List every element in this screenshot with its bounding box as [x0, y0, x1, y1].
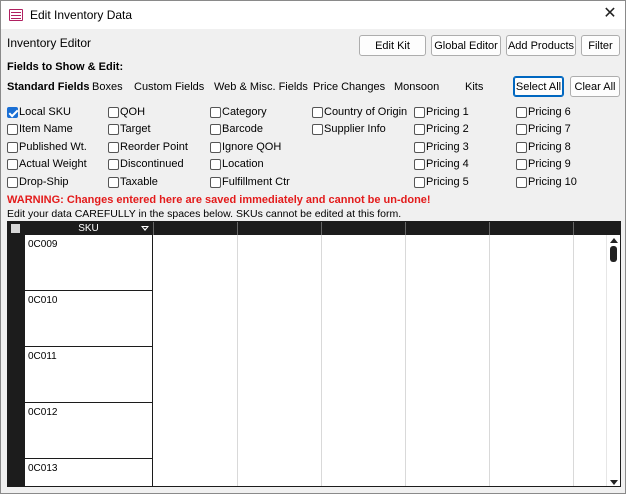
form-icon — [9, 9, 23, 21]
select-all-button[interactable]: Select All — [513, 76, 564, 97]
instructions-text: Edit your data CAREFULLY in the spaces b… — [7, 208, 402, 220]
checkbox-fulfillment-ctr[interactable]: Fulfillment Ctr — [210, 175, 290, 189]
tab-monsoon[interactable]: Monsoon — [394, 81, 439, 93]
window-title: Edit Inventory Data — [30, 8, 133, 22]
table-row[interactable]: 0C010 — [24, 291, 153, 347]
sku-column-header[interactable]: SKU — [25, 222, 152, 235]
table-row[interactable]: 0C011 — [24, 347, 153, 403]
select-all-rows-corner[interactable] — [8, 222, 24, 235]
checkbox-pricing-9[interactable]: Pricing 9 — [516, 157, 571, 171]
title-bar: Edit Inventory Data ✕ — [1, 1, 625, 29]
scroll-up-icon[interactable] — [610, 238, 618, 243]
warning-message: WARNING: Changes entered here are saved … — [7, 194, 431, 206]
sku-value: 0C012 — [28, 407, 58, 418]
editor-title: Inventory Editor — [7, 36, 92, 50]
checkbox-supplier-info[interactable]: Supplier Info — [312, 122, 386, 136]
checkbox-location[interactable]: Location — [210, 157, 264, 171]
checkbox-pricing-2[interactable]: Pricing 2 — [414, 122, 469, 136]
checkbox-local-sku[interactable]: Local SKU — [7, 105, 71, 119]
inventory-grid: SKU 0C009 0C010 0C011 0C012 0C013 — [7, 221, 621, 487]
header-divider — [321, 222, 322, 235]
checkbox-pricing-4[interactable]: Pricing 4 — [414, 157, 469, 171]
sku-column: 0C009 0C010 0C011 0C012 0C013 — [24, 235, 153, 486]
checkbox-barcode[interactable]: Barcode — [210, 122, 263, 136]
filter-button[interactable]: Filter — [581, 35, 620, 56]
close-icon[interactable]: ✕ — [599, 3, 621, 25]
checkbox-pricing-7[interactable]: Pricing 7 — [516, 122, 571, 136]
checkbox-published-wt[interactable]: Published Wt. — [7, 140, 87, 154]
inventory-editor-form: Inventory Editor Edit Kit Global Editor … — [1, 29, 625, 493]
edit-inventory-window: Edit Inventory Data ✕ Inventory Editor E… — [0, 0, 626, 494]
checkbox-target[interactable]: Target — [108, 122, 151, 136]
tab-boxes[interactable]: Boxes — [92, 81, 123, 93]
checkbox-category[interactable]: Category — [210, 105, 267, 119]
checkbox-pricing-3[interactable]: Pricing 3 — [414, 140, 469, 154]
vertical-scrollbar[interactable] — [606, 235, 620, 486]
checkbox-pricing-6[interactable]: Pricing 6 — [516, 105, 571, 119]
header-divider — [237, 222, 238, 235]
clear-all-button[interactable]: Clear All — [570, 76, 620, 97]
tab-web-misc-fields[interactable]: Web & Misc. Fields — [214, 81, 308, 93]
table-row[interactable]: 0C009 — [24, 235, 153, 291]
global-editor-button[interactable]: Global Editor — [431, 35, 501, 56]
filter-dropdown-icon[interactable] — [141, 226, 149, 231]
scroll-down-icon[interactable] — [610, 480, 618, 485]
grid-header: SKU — [8, 222, 620, 235]
field-checkbox-grid: Local SKU Item Name Published Wt. Actual… — [7, 105, 617, 195]
tab-kits[interactable]: Kits — [465, 81, 483, 93]
table-row[interactable]: 0C013 — [24, 459, 153, 486]
checkbox-pricing-5[interactable]: Pricing 5 — [414, 175, 469, 189]
checkbox-reorder-point[interactable]: Reorder Point — [108, 140, 188, 154]
checkbox-country-of-origin[interactable]: Country of Origin — [312, 105, 407, 119]
header-divider — [405, 222, 406, 235]
sku-value: 0C009 — [28, 239, 58, 250]
row-selector-column[interactable] — [8, 235, 24, 486]
header-divider — [153, 222, 154, 235]
checkbox-qoh[interactable]: QOH — [108, 105, 145, 119]
checkbox-pricing-1[interactable]: Pricing 1 — [414, 105, 469, 119]
checkbox-pricing-10[interactable]: Pricing 10 — [516, 175, 577, 189]
tab-standard-fields[interactable]: Standard Fields — [7, 81, 90, 93]
tab-custom-fields[interactable]: Custom Fields — [134, 81, 204, 93]
checkbox-drop-ship[interactable]: Drop-Ship — [7, 175, 69, 189]
scroll-thumb[interactable] — [610, 246, 617, 262]
sku-value: 0C010 — [28, 295, 58, 306]
fields-section-label: Fields to Show & Edit: — [7, 61, 124, 73]
sku-value: 0C013 — [28, 463, 58, 474]
column-gridline — [405, 235, 406, 486]
checkbox-checked-icon[interactable] — [7, 106, 18, 118]
column-gridline — [321, 235, 322, 486]
edit-kit-button[interactable]: Edit Kit — [359, 35, 426, 56]
checkbox-actual-weight[interactable]: Actual Weight — [7, 157, 87, 171]
checkbox-pricing-8[interactable]: Pricing 8 — [516, 140, 571, 154]
checkbox-taxable[interactable]: Taxable — [108, 175, 158, 189]
header-divider — [489, 222, 490, 235]
table-row[interactable]: 0C012 — [24, 403, 153, 459]
column-gridline — [237, 235, 238, 486]
tab-price-changes[interactable]: Price Changes — [313, 81, 385, 93]
checkbox-discontinued[interactable]: Discontinued — [108, 157, 184, 171]
sku-value: 0C011 — [28, 351, 57, 362]
checkbox-item-name[interactable]: Item Name — [7, 122, 73, 136]
column-gridline — [573, 235, 574, 486]
add-products-button[interactable]: Add Products — [506, 35, 576, 56]
column-gridline — [489, 235, 490, 486]
header-divider — [573, 222, 574, 235]
checkbox-ignore-qoh[interactable]: Ignore QOH — [210, 140, 281, 154]
